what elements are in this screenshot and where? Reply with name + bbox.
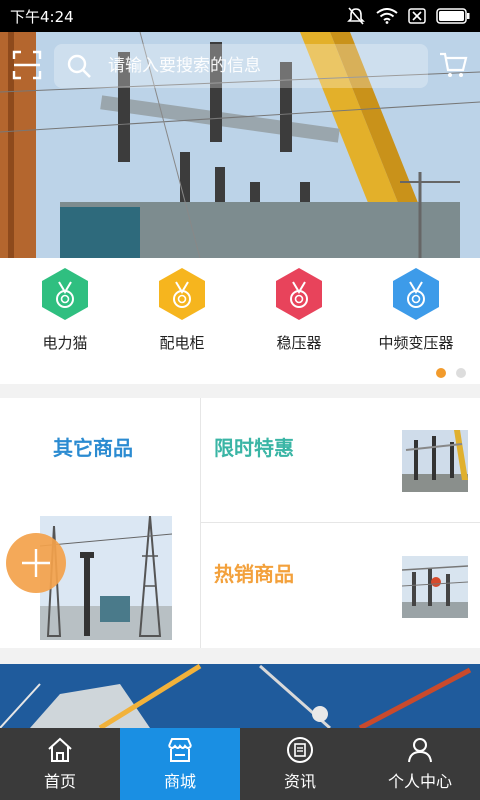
carousel-indicator: [436, 368, 466, 378]
category-item[interactable]: 电力猫: [5, 266, 125, 366]
hot-goods-title[interactable]: 热销商品: [214, 558, 294, 587]
limited-offer-title[interactable]: 限时特惠: [214, 432, 294, 461]
tab-shop-label: 商城: [163, 772, 196, 791]
medal-icon: [393, 268, 439, 320]
news-icon: [287, 737, 313, 763]
category-row: 电力猫 配电柜 稳压器 中频变压器: [0, 258, 480, 384]
status-icons: [346, 7, 470, 25]
category-label: 稳压器: [276, 334, 322, 352]
status-bar: 下午4:24: [0, 0, 480, 32]
search-input[interactable]: [106, 55, 410, 77]
tab-news[interactable]: 资讯: [240, 728, 360, 800]
other-goods-title[interactable]: 其它商品: [0, 432, 186, 461]
category-label: 配电柜: [159, 334, 205, 352]
carousel-dot[interactable]: [456, 368, 466, 378]
cart-icon[interactable]: [438, 50, 468, 80]
tab-shop[interactable]: 商城: [120, 728, 240, 800]
category-item[interactable]: 稳压器: [239, 266, 359, 366]
status-time: 下午4:24: [10, 7, 74, 26]
battery-icon: [436, 8, 470, 24]
tab-profile-label: 个人中心: [387, 772, 452, 791]
category-item[interactable]: 中频变压器: [356, 266, 476, 366]
home-icon: [48, 737, 72, 762]
floating-add-button[interactable]: [6, 533, 66, 593]
category-label: 中频变压器: [378, 334, 454, 352]
tab-profile[interactable]: 个人中心: [360, 728, 480, 800]
medal-icon: [42, 268, 88, 320]
medal-icon: [159, 268, 205, 320]
secondary-banner-image: [0, 664, 480, 728]
divider: [201, 522, 480, 523]
mute-icon: [347, 7, 365, 25]
search-bar[interactable]: [54, 44, 428, 88]
carousel-dot-active[interactable]: [436, 368, 446, 378]
sim-off-icon: [408, 8, 426, 24]
limited-offer-image[interactable]: [402, 430, 468, 492]
tab-home[interactable]: 首页: [0, 728, 120, 800]
tab-home-label: 首页: [43, 772, 76, 791]
medal-icon: [276, 268, 322, 320]
wifi-icon: [376, 8, 398, 24]
shop-icon: [168, 738, 192, 762]
user-icon: [408, 738, 432, 763]
tab-news-label: 资讯: [283, 772, 316, 791]
category-label: 电力猫: [42, 334, 88, 352]
category-item[interactable]: 配电柜: [122, 266, 242, 366]
plus-icon: [22, 549, 50, 577]
promo-section: 其它商品 限时特惠 热销商品: [0, 398, 480, 648]
divider: [200, 398, 201, 648]
hot-goods-image[interactable]: [402, 556, 468, 618]
search-icon: [67, 54, 91, 78]
scan-icon[interactable]: [12, 50, 42, 80]
bottom-tab-bar: 首页 商城 资讯 个人中心: [0, 728, 480, 800]
secondary-banner[interactable]: [0, 664, 480, 728]
